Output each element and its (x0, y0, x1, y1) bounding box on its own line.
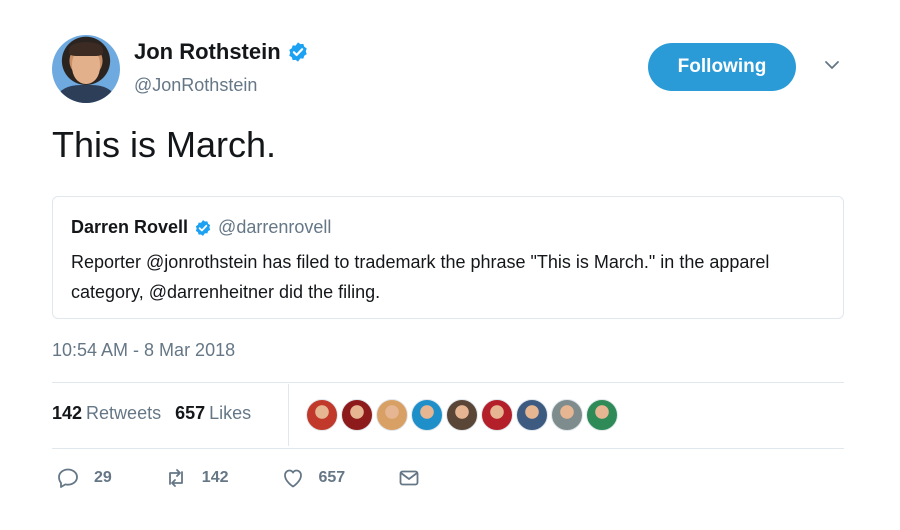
tweet-actions: 29 142 657 (56, 466, 473, 490)
quoted-tweet-text: Reporter @jonrothstein has filed to trad… (71, 252, 770, 302)
like-count: 657 (318, 469, 346, 486)
like-action[interactable]: 657 (281, 466, 346, 490)
retweets-label: Retweets (86, 403, 162, 423)
liker-avatar[interactable] (516, 399, 548, 431)
liker-avatar[interactable] (411, 399, 443, 431)
tweet-timestamp[interactable]: 10:54 AM - 8 Mar 2018 (52, 340, 235, 361)
liker-avatar[interactable] (481, 399, 513, 431)
liker-avatar[interactable] (551, 399, 583, 431)
liker-avatar[interactable] (341, 399, 373, 431)
stats-divider (288, 384, 289, 446)
author-handle[interactable]: @JonRothstein (134, 75, 257, 96)
divider (52, 382, 844, 383)
author-name-row: Jon Rothstein (134, 39, 309, 65)
retweet-action[interactable]: 142 (164, 466, 229, 490)
author-avatar[interactable] (52, 35, 120, 103)
likes-count: 657 (175, 403, 206, 423)
liker-avatar[interactable] (306, 399, 338, 431)
retweets-stat[interactable]: 142 Retweets (52, 403, 161, 424)
likes-label: Likes (209, 403, 252, 423)
reply-icon[interactable] (56, 466, 80, 490)
quoted-author-handle: @darrenrovell (218, 217, 332, 237)
author-display-name[interactable]: Jon Rothstein (134, 39, 281, 65)
likes-stat[interactable]: 657 Likes (175, 403, 251, 424)
liker-avatar[interactable] (586, 399, 618, 431)
tweet-text: This is March. (52, 124, 277, 165)
reply-count: 29 (94, 469, 112, 486)
verified-badge-icon (288, 42, 307, 62)
verified-badge-icon (195, 219, 211, 236)
liker-avatar[interactable] (376, 399, 408, 431)
reply-action[interactable]: 29 (56, 466, 112, 490)
tweet-header: Jon Rothstein @JonRothstein Following (52, 35, 852, 105)
avatar-shirt (58, 85, 114, 103)
retweet-icon[interactable] (164, 466, 188, 490)
following-button[interactable]: Following (648, 43, 796, 91)
retweet-count: 142 (201, 469, 229, 486)
heart-icon[interactable] (281, 466, 305, 490)
envelope-icon[interactable] (397, 466, 421, 490)
quoted-author-name: Darren Rovell (71, 217, 189, 237)
liker-avatars (306, 399, 621, 431)
retweets-count: 142 (52, 403, 83, 423)
direct-message-action[interactable] (397, 466, 421, 490)
divider (52, 448, 844, 449)
quoted-tweet[interactable]: Darren Rovell @darrenrovell Reporter @jo… (52, 196, 844, 319)
liker-avatar[interactable] (446, 399, 478, 431)
engagement-stats: 142 Retweets 657 Likes (52, 403, 251, 424)
chevron-down-icon[interactable] (824, 57, 840, 73)
avatar-hair (69, 42, 103, 56)
quoted-tweet-header: Darren Rovell @darrenrovell (71, 217, 331, 238)
